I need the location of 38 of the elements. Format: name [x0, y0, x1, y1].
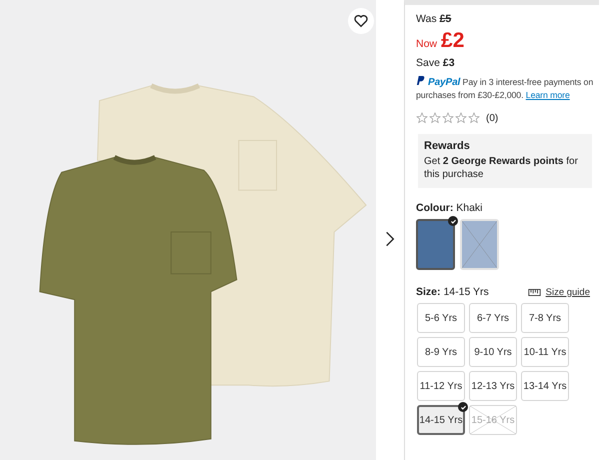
size-option[interactable]: 12-13 Yrs: [469, 371, 517, 401]
star-icon: [455, 112, 467, 124]
size-label: Size:: [416, 286, 441, 298]
size-option[interactable]: 14-15 Yrs: [417, 405, 465, 435]
save-amount: £3: [442, 57, 455, 69]
now-label: Now: [416, 38, 438, 50]
size-option[interactable]: 9-10 Yrs: [469, 337, 517, 367]
favourite-button[interactable]: [348, 8, 374, 34]
size-option[interactable]: 11-12 Yrs: [417, 371, 465, 401]
colour-value: Khaki: [456, 202, 483, 214]
rewards-text: Get 2 George Rewards points for this purchase: [424, 155, 579, 181]
size-option[interactable]: 5-6 Yrs: [417, 303, 465, 333]
colour-label: Colour:: [416, 202, 454, 214]
star-icon: [442, 112, 454, 124]
review-count: (0): [486, 112, 498, 124]
colour-swatch[interactable]: [416, 219, 455, 270]
was-label: Was: [416, 13, 437, 25]
size-option[interactable]: 6-7 Yrs: [469, 303, 517, 333]
ruler-icon: [528, 288, 541, 296]
learn-more-link[interactable]: Learn more: [526, 90, 570, 100]
was-price: £5: [440, 13, 452, 25]
paypal-message: PayPal Pay in 3 interest-free payments on purchases from £30-£2,000. Learn more: [416, 75, 594, 102]
check-icon: [458, 402, 468, 412]
size-option[interactable]: 10-11 Yrs: [521, 337, 569, 367]
size-option[interactable]: 8-9 Yrs: [417, 337, 465, 367]
star-icon: [429, 112, 441, 124]
size-option[interactable]: 13-14 Yrs: [521, 371, 569, 401]
size-guide-link[interactable]: Size guide: [546, 286, 590, 298]
star-icon: [416, 112, 428, 124]
size-option[interactable]: 7-8 Yrs: [521, 303, 569, 333]
rewards-title: Rewards: [424, 140, 471, 153]
heart-icon: [353, 13, 369, 29]
check-icon: [448, 216, 458, 226]
star-icon: [468, 112, 480, 124]
paypal-logo-icon: [416, 75, 425, 86]
save-label: Save: [416, 57, 440, 69]
now-price: £2: [441, 29, 464, 53]
size-value: 14-15 Yrs: [443, 286, 489, 298]
